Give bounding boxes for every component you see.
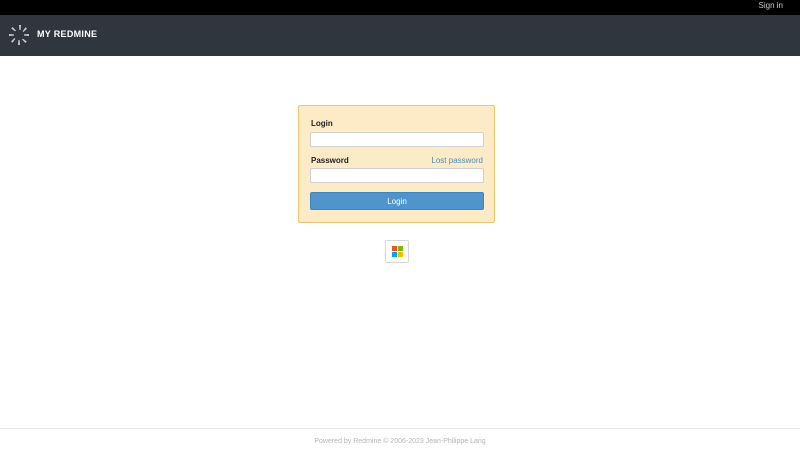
login-label: Login [311, 119, 333, 128]
redmine-logo-icon[interactable] [8, 24, 30, 46]
microsoft-logo-icon [391, 246, 403, 257]
app-header: MY REDMINE [0, 15, 800, 56]
microsoft-login-button[interactable] [385, 240, 409, 263]
login-form: Login Password Lost password Login [298, 105, 495, 223]
app-title[interactable]: MY REDMINE [37, 29, 97, 39]
footer-divider [0, 428, 800, 429]
footer-text: Powered by Redmine © 2006-2023 Jean-Phil… [314, 438, 486, 445]
top-menu-bar: Sign in [0, 0, 800, 15]
lost-password-link[interactable]: Lost password [431, 156, 483, 165]
login-button[interactable]: Login [310, 192, 484, 210]
sign-in-link[interactable]: Sign in [759, 1, 783, 10]
password-label: Password [311, 156, 349, 165]
login-input[interactable] [310, 132, 484, 147]
password-input[interactable] [310, 168, 484, 183]
